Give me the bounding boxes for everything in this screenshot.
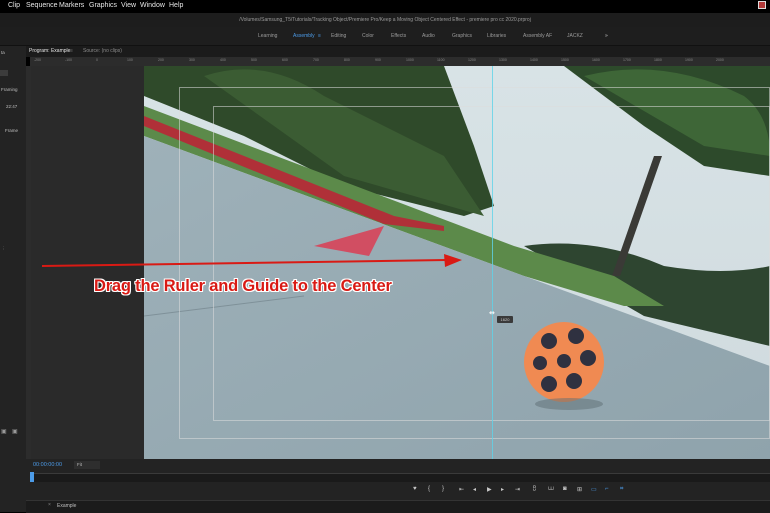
ruler-tick: 1900 (685, 58, 693, 62)
menu-bar: Clip Sequence Markers Graphics View Wind… (0, 0, 770, 13)
in-point-icon[interactable]: { (428, 486, 430, 492)
ruler-tick: 1000 (406, 58, 414, 62)
compare-icon[interactable]: ⊞ (577, 486, 582, 493)
zoom-fit-select[interactable]: Fit (74, 461, 100, 469)
left-panel-thumb[interactable] (0, 70, 8, 76)
window-title: /Volumes/Samsung_T5/Tutorials/Tracking O… (0, 13, 770, 27)
ruler-tick: 1600 (592, 58, 600, 62)
guide-position-tooltip: 1620 (497, 316, 513, 323)
left-panel-time: 22:47 (6, 104, 18, 109)
vertical-guide[interactable] (492, 66, 493, 459)
export-frame-icon[interactable]: ◙ (563, 486, 567, 492)
ruler-tick: 0 (96, 58, 98, 62)
sequence-tab[interactable]: Example (57, 503, 76, 509)
annotation-arrow (41, 254, 462, 267)
ruler-tick: 1800 (654, 58, 662, 62)
left-panel-frame: Frame (5, 128, 19, 133)
workspace-effects[interactable]: Effects (391, 33, 406, 39)
menu-view[interactable]: View (121, 2, 136, 9)
workspace-editing[interactable]: Editing (331, 33, 346, 39)
ruler-tick: 1100 (437, 58, 445, 62)
menu-sequence[interactable]: Sequence (26, 2, 58, 9)
workspace-overflow-icon[interactable]: » (605, 33, 608, 39)
marker-icon[interactable]: ♥ (413, 486, 417, 492)
menu-markers[interactable]: Markers (59, 2, 84, 9)
workspace-assembly[interactable]: Assembly (293, 33, 315, 39)
workspace-bar: Learning Assembly ≡ Editing Color Effect… (0, 27, 770, 46)
mini-timeline[interactable] (30, 473, 770, 482)
menu-clip[interactable]: Clip (8, 2, 20, 9)
ruler-tick: 900 (375, 58, 381, 62)
ruler-tick: 1700 (623, 58, 631, 62)
left-panel-label: ta (1, 50, 5, 55)
ruler-tick: 800 (344, 58, 350, 62)
ruler-tick: 300 (189, 58, 195, 62)
left-panel-tool-icon[interactable]: ▣ (1, 428, 7, 435)
step-back-icon[interactable]: ◂ (473, 486, 476, 493)
tab-program-menu-icon[interactable]: ≡ (70, 48, 73, 54)
step-forward-icon[interactable]: ▸ (501, 486, 504, 493)
move-cursor-icon: ⇹ (489, 310, 495, 317)
ruler-tick: 2000 (716, 58, 724, 62)
out-point-icon[interactable]: } (442, 486, 444, 492)
lift-icon[interactable]: ⩉ (533, 486, 536, 493)
workspace-libraries[interactable]: Libraries (487, 33, 506, 39)
workspace-jackz[interactable]: JACKZ (567, 33, 583, 39)
snap-icon[interactable]: ⌗ (620, 486, 623, 493)
ruler-tick: 700 (313, 58, 319, 62)
workspace-menu-icon[interactable]: ≡ (318, 33, 321, 39)
viewer-tabs: Program: Example ≡ Source: (no clips) (26, 46, 770, 57)
ruler-tick: 1300 (499, 58, 507, 62)
ruler-tick: 1200 (468, 58, 476, 62)
menu-window[interactable]: Window (140, 2, 165, 9)
menu-help[interactable]: Help (169, 2, 183, 9)
workspace-assembly-af[interactable]: Assembly AF (523, 33, 552, 39)
ruler-tick: 400 (220, 58, 226, 62)
extract-icon[interactable]: ⩊ (548, 486, 554, 493)
menu-graphics[interactable]: Graphics (89, 2, 117, 9)
ruler-tick: 1400 (530, 58, 538, 62)
ruler-icon[interactable]: ▭ (591, 486, 597, 493)
tab-source[interactable]: Source: (no clips) (83, 48, 122, 54)
left-panel-framing: Framing (1, 87, 18, 92)
play-icon[interactable]: ▶ (487, 486, 492, 493)
guides-icon[interactable]: ⌐ (605, 486, 609, 492)
window-close-button[interactable] (758, 1, 766, 9)
ruler-tick: -200 (34, 58, 42, 62)
playhead[interactable] (30, 472, 34, 482)
playhead-timecode[interactable]: 00:00:00:00 (33, 462, 62, 468)
go-to-out-icon[interactable]: ⇥ (515, 486, 520, 493)
ruler-tick: 1500 (561, 58, 569, 62)
left-panel-tool2-icon[interactable]: ▣ (12, 428, 18, 435)
tab-program[interactable]: Program: Example (29, 48, 70, 54)
go-to-in-icon[interactable]: ⇤ (459, 486, 464, 493)
left-panel-scroll-icon[interactable]: ⋮ (1, 246, 6, 252)
timeline-panel (26, 500, 770, 513)
annotation-caption: Drag the Ruler and Guide to the Center (94, 277, 392, 295)
workspace-color[interactable]: Color (362, 33, 374, 39)
project-panel: ta Framing Frame 22:47 ⋮ ▣ ▣ (0, 46, 26, 512)
workspace-learning[interactable]: Learning (258, 33, 277, 39)
ruler-tick: 200 (158, 58, 164, 62)
ruler-tick: 100 (127, 58, 133, 62)
close-tab-icon[interactable]: × (48, 502, 51, 508)
workspace-audio[interactable]: Audio (422, 33, 435, 39)
workspace-graphics[interactable]: Graphics (452, 33, 472, 39)
ruler-tick: 500 (251, 58, 257, 62)
ruler-tick: 600 (282, 58, 288, 62)
ruler-tick: -100 (65, 58, 73, 62)
